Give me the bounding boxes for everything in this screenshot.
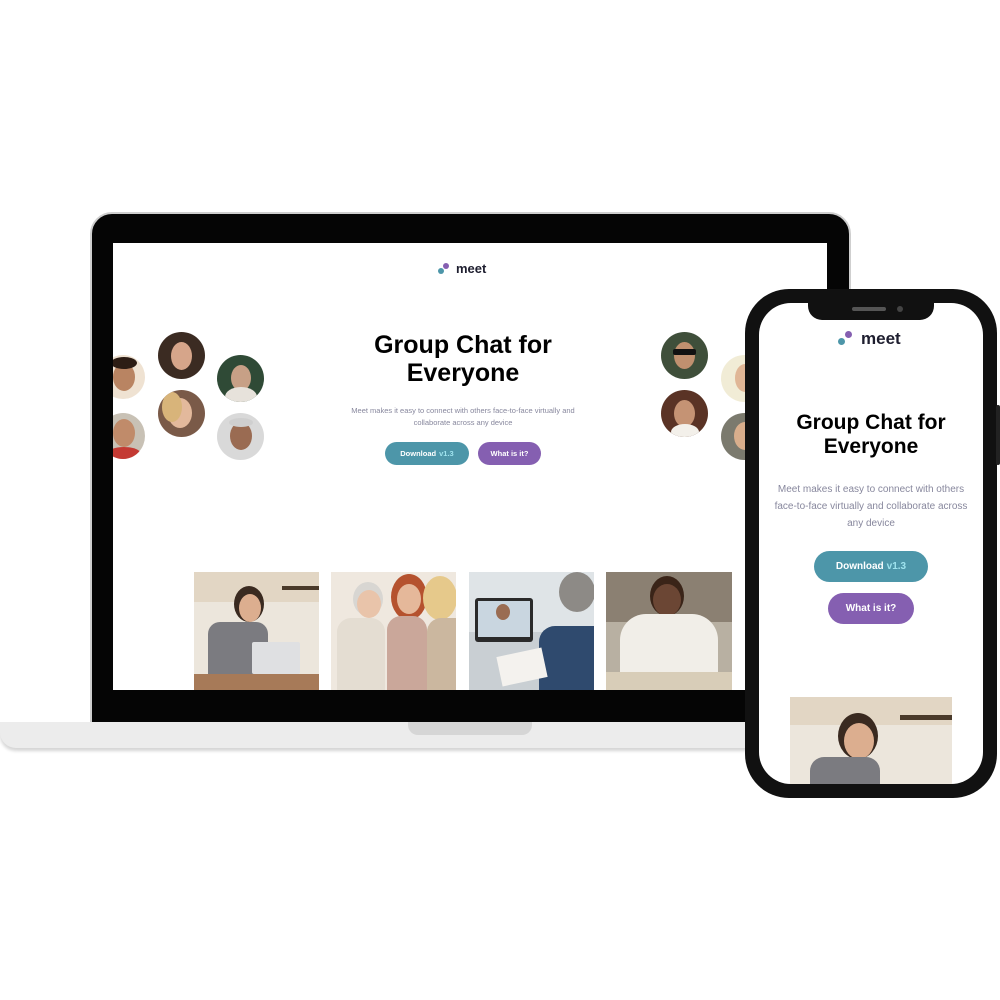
logo-dots-icon bbox=[838, 330, 856, 348]
what-is-it-label: What is it? bbox=[845, 603, 897, 614]
avatar bbox=[661, 332, 708, 379]
avatar bbox=[113, 355, 145, 399]
download-label: Download bbox=[835, 561, 884, 572]
laptop-trackpad-notch bbox=[408, 722, 532, 735]
avatar bbox=[661, 390, 708, 437]
what-is-it-label: What is it? bbox=[490, 449, 529, 458]
page-title: Group Chat for Everyone bbox=[320, 331, 606, 387]
photo-women-phone bbox=[331, 572, 456, 690]
photo-video-call bbox=[469, 572, 594, 690]
title-line-2: Everyone bbox=[406, 359, 520, 387]
phone-side-button bbox=[996, 405, 1000, 465]
site-logo[interactable]: meet bbox=[838, 329, 901, 349]
hero-description: Meet makes it easy to connect with other… bbox=[774, 484, 968, 529]
download-button[interactable]: Download v1.3 bbox=[385, 442, 469, 465]
download-version: v1.3 bbox=[439, 449, 454, 458]
hero-description: Meet makes it easy to connect with other… bbox=[351, 406, 575, 427]
avatar bbox=[113, 413, 145, 459]
photo-woman-laptop bbox=[194, 572, 319, 690]
logo-text: meet bbox=[861, 329, 901, 348]
phone-speaker bbox=[852, 307, 886, 311]
avatar bbox=[217, 413, 264, 460]
title-line-1: Group Chat for bbox=[796, 411, 946, 434]
logo-text: meet bbox=[456, 261, 487, 276]
phone-screen: meet Group Chat for Everyone Meet makes … bbox=[759, 303, 983, 784]
laptop-base bbox=[0, 722, 790, 748]
download-label: Download bbox=[400, 449, 437, 458]
title-line-1: Group Chat for bbox=[374, 331, 552, 359]
site-logo[interactable]: meet bbox=[438, 261, 486, 276]
photo-man-phone bbox=[606, 572, 732, 690]
avatar bbox=[158, 390, 205, 437]
avatar bbox=[217, 355, 264, 402]
phone-camera bbox=[897, 306, 903, 312]
what-is-it-button[interactable]: What is it? bbox=[478, 442, 541, 465]
title-line-2: Everyone bbox=[823, 434, 919, 458]
avatar bbox=[158, 332, 205, 379]
page-title: Group Chat for Everyone bbox=[771, 411, 971, 458]
laptop-screen: meet Group Chat for Everyone Meet makes … bbox=[113, 243, 827, 690]
what-is-it-button[interactable]: What is it? bbox=[828, 593, 914, 624]
download-version: v1.3 bbox=[886, 561, 907, 572]
download-button[interactable]: Download v1.3 bbox=[814, 551, 928, 582]
logo-dots-icon bbox=[438, 262, 452, 276]
photo-woman-laptop bbox=[790, 697, 952, 784]
